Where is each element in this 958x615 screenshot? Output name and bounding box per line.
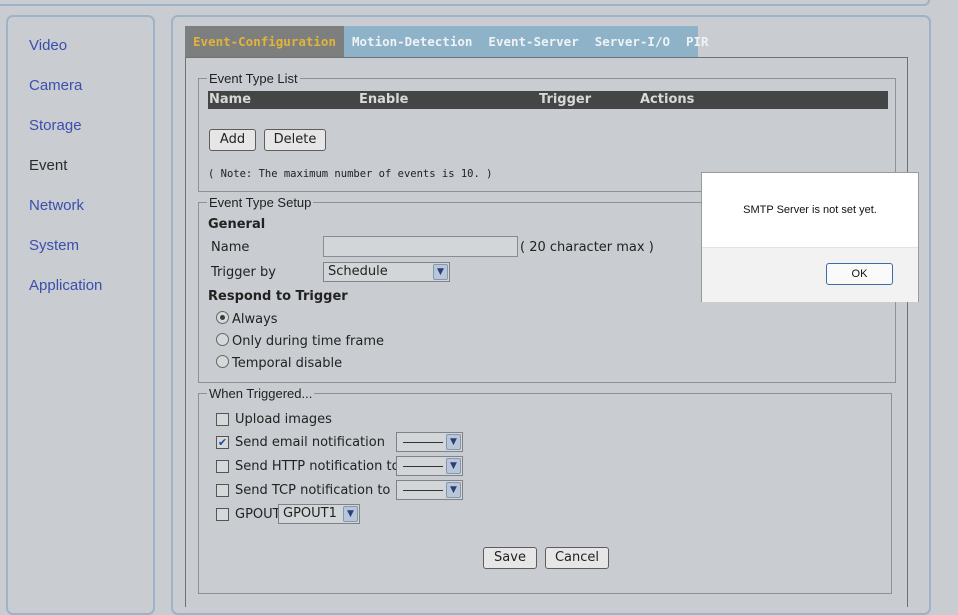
column-enable: Enable — [359, 92, 409, 107]
max-events-note: ( Note: The maximum number of events is … — [208, 168, 493, 180]
chevron-down-icon: ▼ — [446, 458, 461, 474]
add-button[interactable]: Add — [209, 129, 256, 151]
chevron-down-icon: ▼ — [446, 482, 461, 498]
alert-dialog-footer: OK — [702, 247, 918, 302]
checkmark-icon: ✔ — [217, 436, 228, 449]
chevron-down-icon: ▼ — [433, 264, 448, 280]
column-actions: Actions — [640, 92, 695, 107]
name-label: Name — [211, 240, 250, 255]
empty-option-dash — [403, 490, 443, 491]
column-name: Name — [209, 92, 252, 107]
upload-images-label: Upload images — [235, 412, 332, 427]
name-input[interactable] — [323, 236, 518, 257]
cancel-button[interactable]: Cancel — [545, 547, 609, 569]
tab-event-server[interactable]: Event-Server — [480, 26, 586, 57]
http-server-select[interactable]: ▼ — [396, 456, 463, 476]
respond-to-trigger-heading: Respond to Trigger — [208, 289, 348, 304]
gpout-checkbox[interactable] — [216, 508, 229, 521]
ok-button[interactable]: OK — [826, 263, 893, 285]
empty-option-dash — [403, 442, 443, 443]
sidebar-item-application[interactable]: Application — [29, 277, 102, 294]
chevron-down-icon: ▼ — [343, 506, 358, 522]
tab-bar: Event-Configuration Motion-Detection Eve… — [185, 26, 709, 57]
tab-pir[interactable]: PIR — [678, 26, 717, 57]
empty-option-dash — [403, 466, 443, 467]
radio-temporal-disable[interactable] — [216, 355, 229, 368]
sidebar-item-storage[interactable]: Storage — [29, 117, 82, 134]
event-type-setup-legend: Event Type Setup — [209, 195, 312, 210]
delete-button[interactable]: Delete — [264, 129, 326, 151]
gpout-label: GPOUT — [235, 507, 281, 522]
tab-server-io[interactable]: Server-I/O — [587, 26, 678, 57]
send-http-label: Send HTTP notification to — [235, 459, 400, 474]
radio-temporal-disable-label: Temporal disable — [232, 356, 343, 371]
send-tcp-checkbox[interactable] — [216, 484, 229, 497]
tab-event-configuration[interactable]: Event-Configuration — [185, 26, 344, 57]
radio-time-frame-label: Only during time frame — [232, 334, 385, 349]
email-server-select[interactable]: ▼ — [396, 432, 463, 452]
column-trigger: Trigger — [539, 92, 592, 107]
gpout-select[interactable]: GPOUT1 ▼ — [278, 504, 360, 524]
sidebar-item-video[interactable]: Video — [29, 37, 67, 54]
event-table-header: Name Enable Trigger Actions — [208, 91, 888, 109]
when-triggered-legend: When Triggered... — [209, 386, 313, 401]
send-tcp-label: Send TCP notification to — [235, 483, 391, 498]
trigger-by-label: Trigger by — [211, 265, 276, 280]
radio-always[interactable] — [216, 311, 229, 324]
alert-dialog-body: SMTP Server is not set yet. — [702, 173, 918, 247]
top-frame — [0, 0, 930, 6]
event-type-list-legend: Event Type List — [209, 71, 298, 86]
send-email-label: Send email notification — [235, 435, 385, 450]
alert-dialog: SMTP Server is not set yet. OK — [701, 172, 919, 302]
alert-message: SMTP Server is not set yet. — [743, 204, 877, 216]
trigger-by-value: Schedule — [328, 264, 388, 279]
name-hint: ( 20 character max ) — [520, 240, 654, 255]
sidebar-item-camera[interactable]: Camera — [29, 77, 82, 94]
save-button[interactable]: Save — [483, 547, 537, 569]
sidebar-item-system[interactable]: System — [29, 237, 79, 254]
upload-images-checkbox[interactable] — [216, 413, 229, 426]
radio-time-frame[interactable] — [216, 333, 229, 346]
sidebar-item-network[interactable]: Network — [29, 197, 84, 214]
tcp-server-select[interactable]: ▼ — [396, 480, 463, 500]
sidebar-item-event[interactable]: Event — [29, 157, 67, 174]
radio-always-label: Always — [232, 312, 278, 327]
chevron-down-icon: ▼ — [446, 434, 461, 450]
sidebar — [6, 15, 155, 615]
send-http-checkbox[interactable] — [216, 460, 229, 473]
general-heading: General — [208, 217, 266, 232]
trigger-by-select[interactable]: Schedule ▼ — [323, 262, 450, 282]
tab-motion-detection[interactable]: Motion-Detection — [344, 26, 480, 57]
gpout-value: GPOUT1 — [283, 506, 337, 521]
send-email-checkbox[interactable]: ✔ — [216, 436, 229, 449]
